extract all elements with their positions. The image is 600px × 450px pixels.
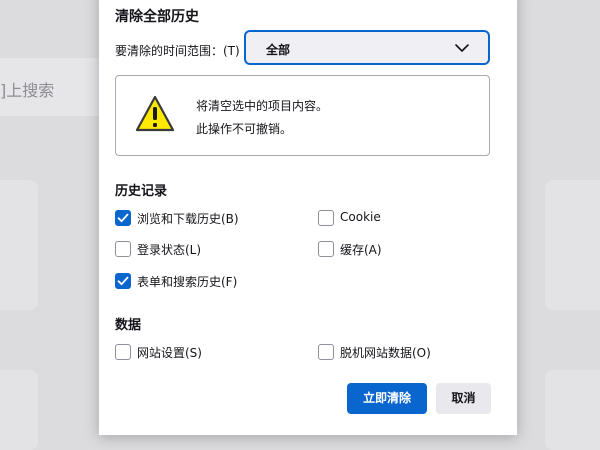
checkbox-label: 浏览和下载历史(B)	[137, 212, 239, 226]
checkbox[interactable]	[318, 241, 334, 257]
background-tile	[0, 180, 38, 310]
warning-text: 此操作不可撤销。	[196, 122, 293, 136]
checkmark-icon	[117, 276, 129, 286]
clear-history-dialog: 清除全部历史 要清除的时间范围：(T) 全部 将清空选中的项目内容。 此操作不可…	[99, 0, 517, 435]
background-tile	[0, 370, 38, 450]
history-section-title: 历史记录	[115, 184, 168, 199]
data-section-title: 数据	[115, 318, 142, 333]
warning-icon	[135, 95, 175, 132]
clear-now-button[interactable]: 立即清除	[347, 383, 427, 414]
checkbox-label: Cookie	[340, 210, 381, 224]
checkbox[interactable]	[318, 344, 334, 360]
warning-text: 将清空选中的项目内容。	[196, 99, 329, 113]
checkbox[interactable]	[115, 344, 131, 360]
checkbox-label: 登录状态(L)	[137, 243, 202, 257]
background-tile	[545, 180, 600, 310]
time-range-value: 全部	[266, 43, 291, 57]
time-range-select[interactable]: 全部	[244, 30, 490, 65]
checkbox-label: 网站设置(S)	[137, 346, 202, 360]
time-range-label: 要清除的时间范围：(T)	[115, 44, 240, 58]
background-search-text: ]上搜索	[0, 81, 55, 100]
chevron-down-icon	[455, 44, 469, 52]
background-tile	[545, 370, 600, 450]
cancel-button[interactable]: 取消	[436, 383, 491, 414]
checkbox[interactable]	[318, 210, 334, 226]
checkbox[interactable]	[115, 241, 131, 257]
checkbox-label: 缓存(A)	[340, 243, 382, 257]
checkbox-label: 表单和搜索历史(F)	[137, 275, 238, 289]
checkbox[interactable]	[115, 273, 131, 289]
checkmark-icon	[117, 213, 129, 223]
dialog-title: 清除全部历史	[115, 9, 199, 25]
checkbox[interactable]	[115, 210, 131, 226]
warning-box: 将清空选中的项目内容。 此操作不可撤销。	[115, 75, 490, 156]
checkbox-label: 脱机网站数据(O)	[340, 346, 431, 360]
